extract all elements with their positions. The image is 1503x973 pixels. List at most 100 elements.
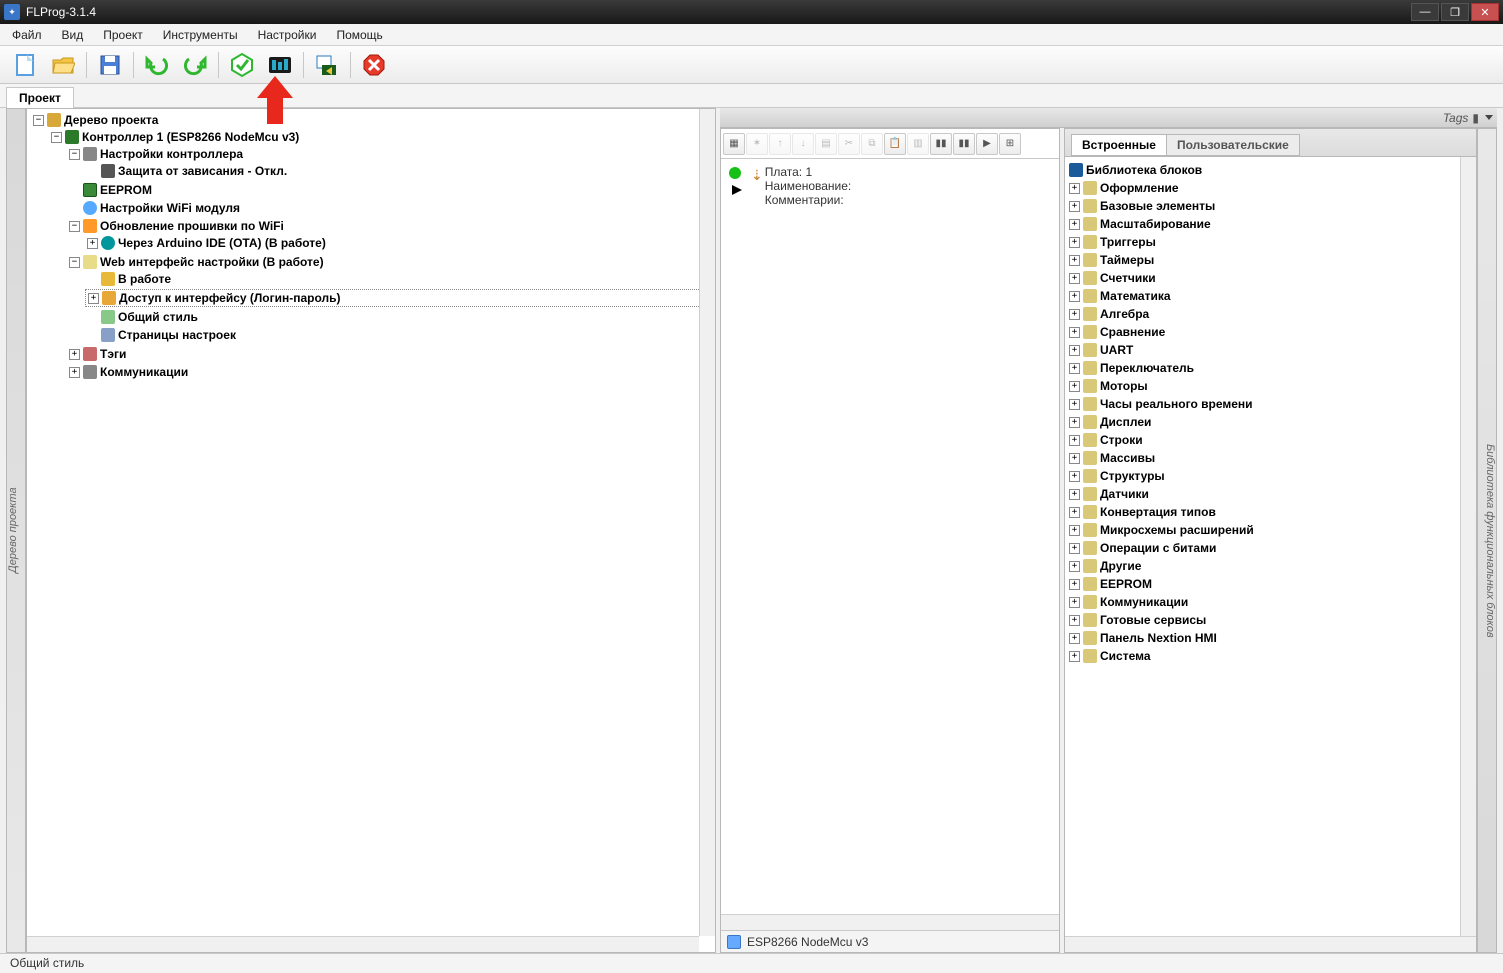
menu-help[interactable]: Помощь <box>330 26 388 44</box>
lib-item[interactable]: +Алгебра <box>1067 306 1474 322</box>
lib-item[interactable]: +Строки <box>1067 432 1474 448</box>
expand-icon[interactable]: + <box>1069 345 1080 356</box>
expand-icon[interactable]: + <box>1069 453 1080 464</box>
expand-icon[interactable]: + <box>88 293 99 304</box>
expand-icon[interactable]: + <box>1069 633 1080 644</box>
new-button[interactable] <box>8 49 42 81</box>
compile-upload-button[interactable] <box>263 49 297 81</box>
tree-common-style[interactable]: Общий стиль <box>85 309 711 325</box>
expand-icon[interactable]: + <box>69 367 80 378</box>
lib-item[interactable]: +Панель Nextion HMI <box>1067 630 1474 646</box>
horizontal-scrollbar[interactable] <box>721 914 1059 930</box>
lib-item[interactable]: +Операции с битами <box>1067 540 1474 556</box>
menu-file[interactable]: Файл <box>6 26 48 44</box>
board-btn-13[interactable]: ⊞ <box>999 133 1021 155</box>
lib-item[interactable]: +Другие <box>1067 558 1474 574</box>
expand-icon[interactable]: + <box>1069 435 1080 446</box>
expand-icon[interactable]: + <box>87 238 98 249</box>
expand-icon[interactable]: + <box>1069 381 1080 392</box>
lib-item[interactable]: +Масштабирование <box>1067 216 1474 232</box>
undo-button[interactable] <box>140 49 174 81</box>
tree-wifi-update[interactable]: −Обновление прошивки по WiFi <box>67 218 711 234</box>
expand-icon[interactable]: + <box>1069 489 1080 500</box>
collapse-icon[interactable]: − <box>69 257 80 268</box>
tree-comm[interactable]: +Коммуникации <box>67 364 711 380</box>
expand-icon[interactable]: + <box>69 349 80 360</box>
expand-icon[interactable]: + <box>1069 183 1080 194</box>
expand-icon[interactable]: + <box>1069 561 1080 572</box>
expand-icon[interactable]: + <box>1069 201 1080 212</box>
horizontal-scrollbar[interactable] <box>27 936 699 952</box>
expand-icon[interactable]: + <box>1069 291 1080 302</box>
tree-root[interactable]: − Дерево проекта <box>31 112 711 128</box>
minimize-button[interactable]: — <box>1411 3 1439 21</box>
board-paste-button[interactable]: 📋 <box>884 133 906 155</box>
board-btn-12[interactable]: ▶ <box>976 133 998 155</box>
expand-icon[interactable]: + <box>1069 399 1080 410</box>
lib-item[interactable]: +Сравнение <box>1067 324 1474 340</box>
save-button[interactable] <box>93 49 127 81</box>
expand-icon[interactable]: + <box>1069 327 1080 338</box>
collapse-icon[interactable]: − <box>33 115 44 126</box>
lib-item[interactable]: +Оформление <box>1067 180 1474 196</box>
lib-item[interactable]: +Дисплеи <box>1067 414 1474 430</box>
tree-hang-protect[interactable]: Защита от зависания - Откл. <box>85 163 711 179</box>
expand-icon[interactable]: + <box>1069 237 1080 248</box>
lib-item[interactable]: +Моторы <box>1067 378 1474 394</box>
tree-in-work[interactable]: В работе <box>85 271 711 287</box>
tree-controller[interactable]: − Контроллер 1 (ESP8266 NodeMcu v3) <box>49 129 711 145</box>
expand-icon[interactable]: + <box>1069 615 1080 626</box>
expand-icon[interactable]: + <box>1069 507 1080 518</box>
vertical-scrollbar[interactable] <box>699 109 715 936</box>
left-side-collapsed-tab[interactable]: Дерево проекта <box>6 108 26 953</box>
lib-item[interactable]: +Триггеры <box>1067 234 1474 250</box>
lib-item[interactable]: +Базовые элементы <box>1067 198 1474 214</box>
lib-item[interactable]: +Массивы <box>1067 450 1474 466</box>
menu-settings[interactable]: Настройки <box>252 26 323 44</box>
lib-item[interactable]: +Конвертация типов <box>1067 504 1474 520</box>
board-canvas[interactable]: ⇣ Плата: 1 Наименование: Комментарии: <box>721 159 1059 914</box>
vertical-scrollbar[interactable] <box>1460 157 1476 936</box>
verify-button[interactable] <box>225 49 259 81</box>
lib-item[interactable]: +EEPROM <box>1067 576 1474 592</box>
lib-item[interactable]: +Математика <box>1067 288 1474 304</box>
right-side-collapsed-tab[interactable]: Библиотека функциональных блоков <box>1477 128 1497 953</box>
lib-item[interactable]: +Таймеры <box>1067 252 1474 268</box>
board-btn-11[interactable]: ▮▮ <box>953 133 975 155</box>
expand-icon[interactable]: + <box>1069 597 1080 608</box>
redo-button[interactable] <box>178 49 212 81</box>
expand-icon[interactable]: + <box>1069 651 1080 662</box>
tree-ota[interactable]: +Через Arduino IDE (OTA) (В работе) <box>85 235 711 251</box>
lib-item[interactable]: +Система <box>1067 648 1474 664</box>
board-btn-10[interactable]: ▮▮ <box>930 133 952 155</box>
collapse-icon[interactable]: − <box>51 132 62 143</box>
collapse-icon[interactable]: − <box>69 149 80 160</box>
tree-eeprom[interactable]: EEPROM <box>67 182 711 198</box>
menu-view[interactable]: Вид <box>56 26 90 44</box>
expand-icon[interactable]: + <box>1069 255 1080 266</box>
upload-button[interactable] <box>310 49 344 81</box>
expand-icon[interactable]: + <box>1069 219 1080 230</box>
tree-access[interactable]: +Доступ к интерфейсу (Логин-пароль) <box>85 289 711 307</box>
collapse-icon[interactable]: − <box>69 221 80 232</box>
tree-ctrl-settings[interactable]: − Настройки контроллера <box>67 146 711 162</box>
close-button[interactable]: ✕ <box>1471 3 1499 21</box>
dropdown-icon[interactable] <box>1485 115 1493 120</box>
expand-icon[interactable]: + <box>1069 273 1080 284</box>
tree-web-settings[interactable]: −Web интерфейс настройки (В работе) <box>67 254 711 270</box>
tab-project[interactable]: Проект <box>6 87 74 108</box>
expand-icon[interactable]: + <box>1069 543 1080 554</box>
expand-icon[interactable]: + <box>1069 525 1080 536</box>
tab-builtin[interactable]: Встроенные <box>1071 134 1167 156</box>
tab-user[interactable]: Пользовательские <box>1166 134 1300 156</box>
stop-button[interactable] <box>357 49 391 81</box>
tree-wifi[interactable]: Настройки WiFi модуля <box>67 200 711 216</box>
lib-item[interactable]: +Счетчики <box>1067 270 1474 286</box>
expand-icon[interactable]: + <box>1069 309 1080 320</box>
horizontal-scrollbar[interactable] <box>1065 936 1476 952</box>
lib-item[interactable]: +Готовые сервисы <box>1067 612 1474 628</box>
tree-tags[interactable]: +Тэги <box>67 346 711 362</box>
lib-item[interactable]: +Микросхемы расширений <box>1067 522 1474 538</box>
expand-icon[interactable]: + <box>1069 363 1080 374</box>
menu-tools[interactable]: Инструменты <box>157 26 244 44</box>
